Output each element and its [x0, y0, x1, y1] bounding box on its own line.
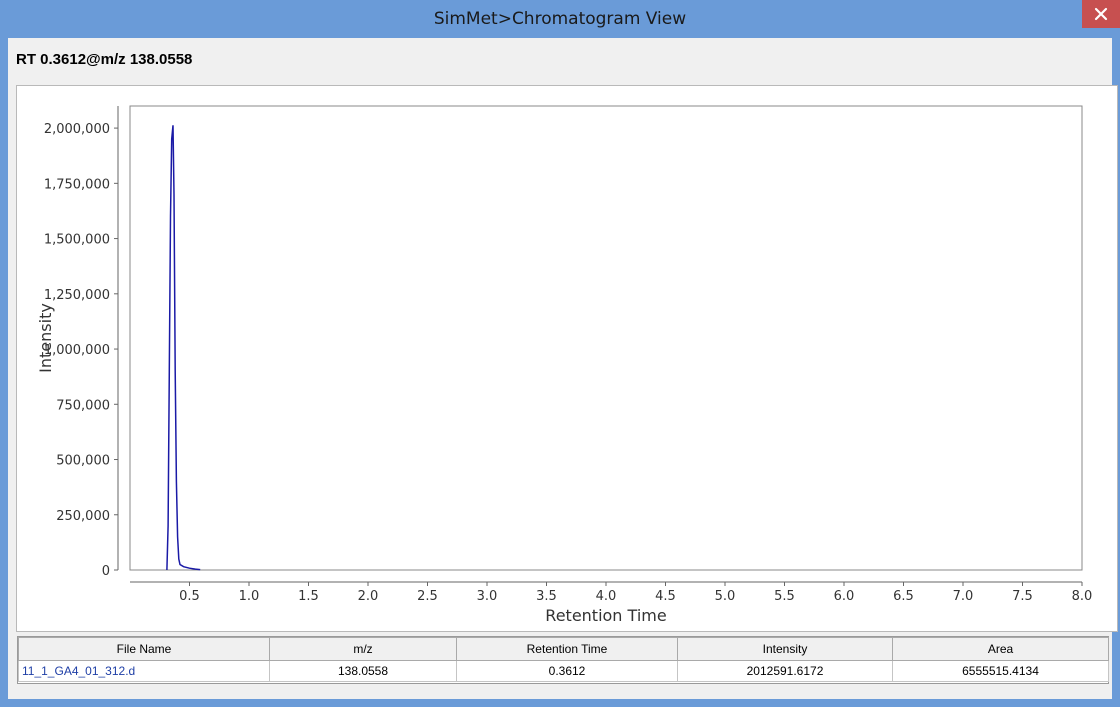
- results-table-container: File Name m/z Retention Time Intensity A…: [17, 636, 1109, 684]
- table-row[interactable]: 11_1_GA4_01_312.d 138.0558 0.3612 201259…: [18, 660, 1109, 682]
- x-tick-label: 1.0: [239, 589, 260, 604]
- results-table: File Name m/z Retention Time Intensity A…: [18, 637, 1109, 682]
- column-header-file-name[interactable]: File Name: [18, 637, 270, 661]
- peak-label: RT 0.3612@m/z 138.0558: [16, 51, 193, 68]
- x-tick-label: 5.5: [774, 589, 795, 604]
- cell-retention-time[interactable]: 0.3612: [456, 660, 678, 682]
- x-tick-label: 7.0: [953, 589, 974, 604]
- x-axis-title: Retention Time: [545, 606, 666, 625]
- x-tick-label: 5.0: [715, 589, 736, 604]
- table-header-row: File Name m/z Retention Time Intensity A…: [18, 637, 1109, 661]
- y-tick-label: 1,750,000: [44, 177, 110, 192]
- x-tick-label: 1.5: [298, 589, 319, 604]
- x-tick-label: 4.0: [596, 589, 617, 604]
- y-tick-label: 2,000,000: [44, 122, 110, 137]
- column-header-mz[interactable]: m/z: [269, 637, 457, 661]
- chart-panel: 0 250,000 500,000 750,000 1,000,000 1,250,000…: [16, 85, 1118, 632]
- y-tick-label: 250,000: [56, 509, 110, 524]
- y-tick-label: 750,000: [56, 398, 110, 413]
- close-button[interactable]: [1082, 0, 1120, 28]
- x-tick-label: 6.5: [893, 589, 914, 604]
- y-tick-label: 0: [102, 564, 110, 579]
- close-icon: [1094, 7, 1108, 21]
- plot-area: [129, 105, 1083, 571]
- client-area: RT 0.3612@m/z 138.0558 0 250,000 500,000 75…: [8, 38, 1118, 699]
- title-bar[interactable]: SimMet>Chromatogram View: [0, 0, 1120, 38]
- x-tick-label: 8.0: [1072, 589, 1093, 604]
- column-header-intensity[interactable]: Intensity: [677, 637, 893, 661]
- column-header-retention-time[interactable]: Retention Time: [456, 637, 678, 661]
- window-title: SimMet>Chromatogram View: [433, 9, 687, 29]
- cell-area[interactable]: 6555515.4134: [892, 660, 1109, 682]
- y-tick-label: 500,000: [56, 454, 110, 469]
- cell-file-name[interactable]: 11_1_GA4_01_312.d: [18, 660, 270, 682]
- x-tick-label: 3.0: [477, 589, 498, 604]
- x-tick-label: 2.0: [358, 589, 379, 604]
- x-tick-label: 0.5: [179, 589, 200, 604]
- x-tick-label: 3.5: [536, 589, 557, 604]
- y-tick-label: 1,250,000: [44, 288, 110, 303]
- cell-intensity[interactable]: 2012591.6172: [677, 660, 893, 682]
- column-header-area[interactable]: Area: [892, 637, 1109, 661]
- x-tick-label: 2.5: [417, 589, 438, 604]
- chromatogram-chart: 0250,000500,000750,0001,000,0001,250,000…: [36, 105, 1093, 625]
- x-tick-label: 6.0: [834, 589, 855, 604]
- x-tick-label: 4.5: [655, 589, 676, 604]
- x-tick-label: 7.5: [1012, 589, 1033, 604]
- y-axis-title: Intensity: [36, 303, 55, 373]
- cell-mz[interactable]: 138.0558: [269, 660, 457, 682]
- chromatogram-window: SimMet>Chromatogram View RT 0.3612@m/z 1…: [0, 0, 1120, 707]
- y-tick-label: 1,500,000: [44, 233, 110, 248]
